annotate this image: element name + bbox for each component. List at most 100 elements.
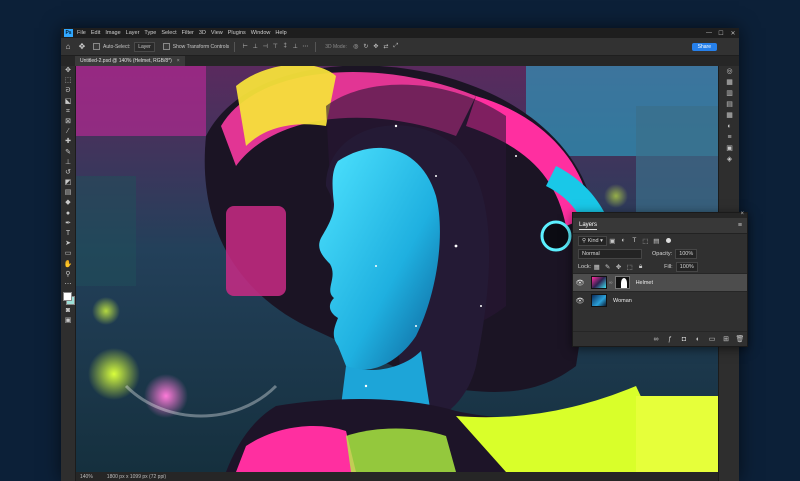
layer-row-helmet[interactable]: 👁︎ ∞ Helmet — [573, 273, 747, 291]
delete-layer-icon[interactable]: 🗑︎ — [733, 335, 747, 343]
pen-tool-icon[interactable]: ✒ — [61, 219, 75, 229]
hand-tool-icon[interactable]: ✋ — [61, 260, 75, 270]
adjustment-layer-icon[interactable]: ◐ — [691, 336, 705, 343]
auto-select-checkbox[interactable] — [93, 43, 100, 50]
gradient-tool-icon[interactable]: ▤ — [61, 188, 75, 198]
menu-edit[interactable]: Edit — [91, 30, 100, 36]
align-center-icon[interactable]: ⊥ — [250, 43, 260, 50]
menu-plugins[interactable]: Plugins — [228, 30, 246, 36]
lock-position-icon[interactable]: ✥ — [613, 263, 624, 271]
history-panel-icon[interactable]: ◎ — [719, 66, 739, 77]
blur-tool-icon[interactable]: ◆ — [61, 198, 75, 208]
menu-file[interactable]: File — [77, 30, 86, 36]
lock-artboard-icon[interactable]: ⬚ — [624, 263, 635, 271]
filter-shape-icon[interactable]: ⬚ — [640, 237, 651, 245]
foreground-color-swatch[interactable] — [63, 292, 72, 302]
visibility-eye-icon[interactable]: 👁︎ — [573, 279, 587, 287]
layers-tab[interactable]: Layers — [579, 222, 598, 230]
filter-type-icon[interactable]: T — [629, 237, 640, 244]
slide-icon[interactable]: ⇄ — [381, 43, 391, 50]
type-tool-icon[interactable]: T — [61, 229, 75, 239]
filter-toggle[interactable] — [665, 238, 671, 243]
menu-image[interactable]: Image — [105, 30, 120, 36]
adjustments-panel-icon[interactable]: ◐ — [719, 121, 739, 132]
fill-input[interactable]: 100% — [675, 261, 698, 272]
close-tab-icon[interactable]: × — [177, 58, 180, 64]
eraser-tool-icon[interactable]: ◩ — [61, 178, 75, 188]
move-tool-icon[interactable]: ✥ — [75, 42, 89, 51]
layer-style-icon[interactable]: ƒ — [663, 336, 677, 343]
add-mask-icon[interactable]: ◘ — [677, 336, 691, 343]
maximize-button[interactable]: ☐ — [715, 30, 727, 37]
zoom-tool-icon[interactable]: ⚲ — [61, 270, 75, 280]
layer-mask-thumbnail[interactable] — [614, 276, 630, 289]
lasso-tool-icon[interactable]: ᘐ — [61, 86, 75, 96]
color-panel-icon[interactable]: ▦ — [719, 77, 739, 88]
object-selection-tool-icon[interactable]: ⬕ — [61, 97, 75, 107]
filter-pixel-icon[interactable]: ▣ — [607, 237, 618, 245]
shape-tool-icon[interactable]: ▭ — [61, 249, 75, 259]
lock-transparent-icon[interactable]: ▦ — [591, 263, 602, 271]
eyedropper-tool-icon[interactable]: ⁄ — [61, 127, 75, 137]
opacity-input[interactable]: 100% — [675, 248, 698, 259]
menu-type[interactable]: Type — [144, 30, 156, 36]
close-panel-icon[interactable]: × — [740, 211, 744, 217]
lock-pixels-icon[interactable]: ✎ — [602, 263, 613, 271]
patterns-panel-icon[interactable]: ▦ — [719, 110, 739, 121]
menu-window[interactable]: Window — [251, 30, 271, 36]
screen-mode-icon[interactable]: ▣ — [61, 316, 75, 326]
color-swatches[interactable] — [61, 290, 75, 306]
orbit-icon[interactable]: ◎ — [351, 43, 361, 50]
minimize-button[interactable]: — — [703, 30, 715, 37]
lock-all-icon[interactable]: 🔒︎ — [635, 263, 646, 271]
menu-select[interactable]: Select — [161, 30, 176, 36]
blend-mode-dropdown[interactable]: Normal — [578, 248, 642, 259]
close-window-button[interactable]: ✕ — [727, 30, 739, 37]
menu-help[interactable]: Help — [275, 30, 286, 36]
roll-icon[interactable]: ↻ — [361, 43, 371, 50]
libraries-panel-icon[interactable]: ▣ — [719, 143, 739, 154]
home-icon[interactable]: ⌂ — [61, 42, 75, 51]
quick-mask-icon[interactable]: ◙ — [61, 306, 75, 316]
align-left-icon[interactable]: ⊢ — [240, 43, 250, 50]
frame-tool-icon[interactable]: ⊠ — [61, 117, 75, 127]
link-layers-icon[interactable]: ∞ — [649, 336, 663, 343]
menu-view[interactable]: View — [211, 30, 223, 36]
filter-adjustment-icon[interactable]: ◐ — [618, 237, 629, 244]
marquee-tool-icon[interactable]: ⬚ — [61, 76, 75, 86]
layers-panel-titlebar[interactable]: × — [573, 211, 747, 218]
new-layer-icon[interactable]: ⊞ — [719, 335, 733, 343]
swatches-panel-icon[interactable]: ▥ — [719, 88, 739, 99]
layer-row-woman[interactable]: 👁︎ Woman — [573, 291, 747, 309]
align-middle-icon[interactable]: ‡ — [280, 43, 290, 50]
menu-3d[interactable]: 3D — [199, 30, 206, 36]
align-top-icon[interactable]: ⊤ — [270, 43, 280, 50]
properties-panel-icon[interactable]: ≡ — [719, 132, 739, 143]
align-bottom-icon[interactable]: ⊥ — [290, 43, 300, 50]
crop-tool-icon[interactable]: ⌗ — [61, 107, 75, 117]
filter-smart-object-icon[interactable]: ▤ — [651, 237, 662, 245]
more-options-icon[interactable]: ⋯ — [300, 43, 310, 50]
pan-icon[interactable]: ✥ — [371, 43, 381, 50]
document-tab[interactable]: Untitled-2.psd @ 140% (Helmet, RGB/8*) × — [75, 56, 185, 66]
auto-select-dropdown[interactable]: Layer — [134, 41, 155, 52]
share-button[interactable]: Share — [691, 42, 717, 51]
visibility-eye-icon[interactable]: 👁︎ — [573, 297, 587, 305]
more-tools-icon[interactable]: ⋯ — [61, 280, 75, 290]
panel-menu-icon[interactable]: ≡ — [738, 222, 742, 229]
path-selection-tool-icon[interactable]: ➤ — [61, 239, 75, 249]
dodge-tool-icon[interactable]: ● — [61, 209, 75, 219]
brush-tool-icon[interactable]: ✎ — [61, 148, 75, 158]
zoom-level[interactable]: 140% — [80, 474, 93, 480]
scale-icon[interactable]: ⤢ — [391, 43, 401, 50]
menu-filter[interactable]: Filter — [182, 30, 194, 36]
layers-panel-icon[interactable]: ◈ — [719, 154, 739, 165]
move-tool-icon[interactable]: ✥ — [61, 66, 75, 76]
show-transform-checkbox[interactable] — [162, 43, 170, 50]
menu-layer[interactable]: Layer — [126, 30, 140, 36]
layer-filter-dropdown[interactable]: ⚲ Kind ▾ — [578, 235, 607, 246]
link-icon[interactable]: ∞ — [609, 280, 613, 286]
clone-stamp-tool-icon[interactable]: ⊥ — [61, 158, 75, 168]
new-group-icon[interactable]: ▭ — [705, 335, 719, 343]
healing-brush-tool-icon[interactable]: ✚ — [61, 137, 75, 147]
